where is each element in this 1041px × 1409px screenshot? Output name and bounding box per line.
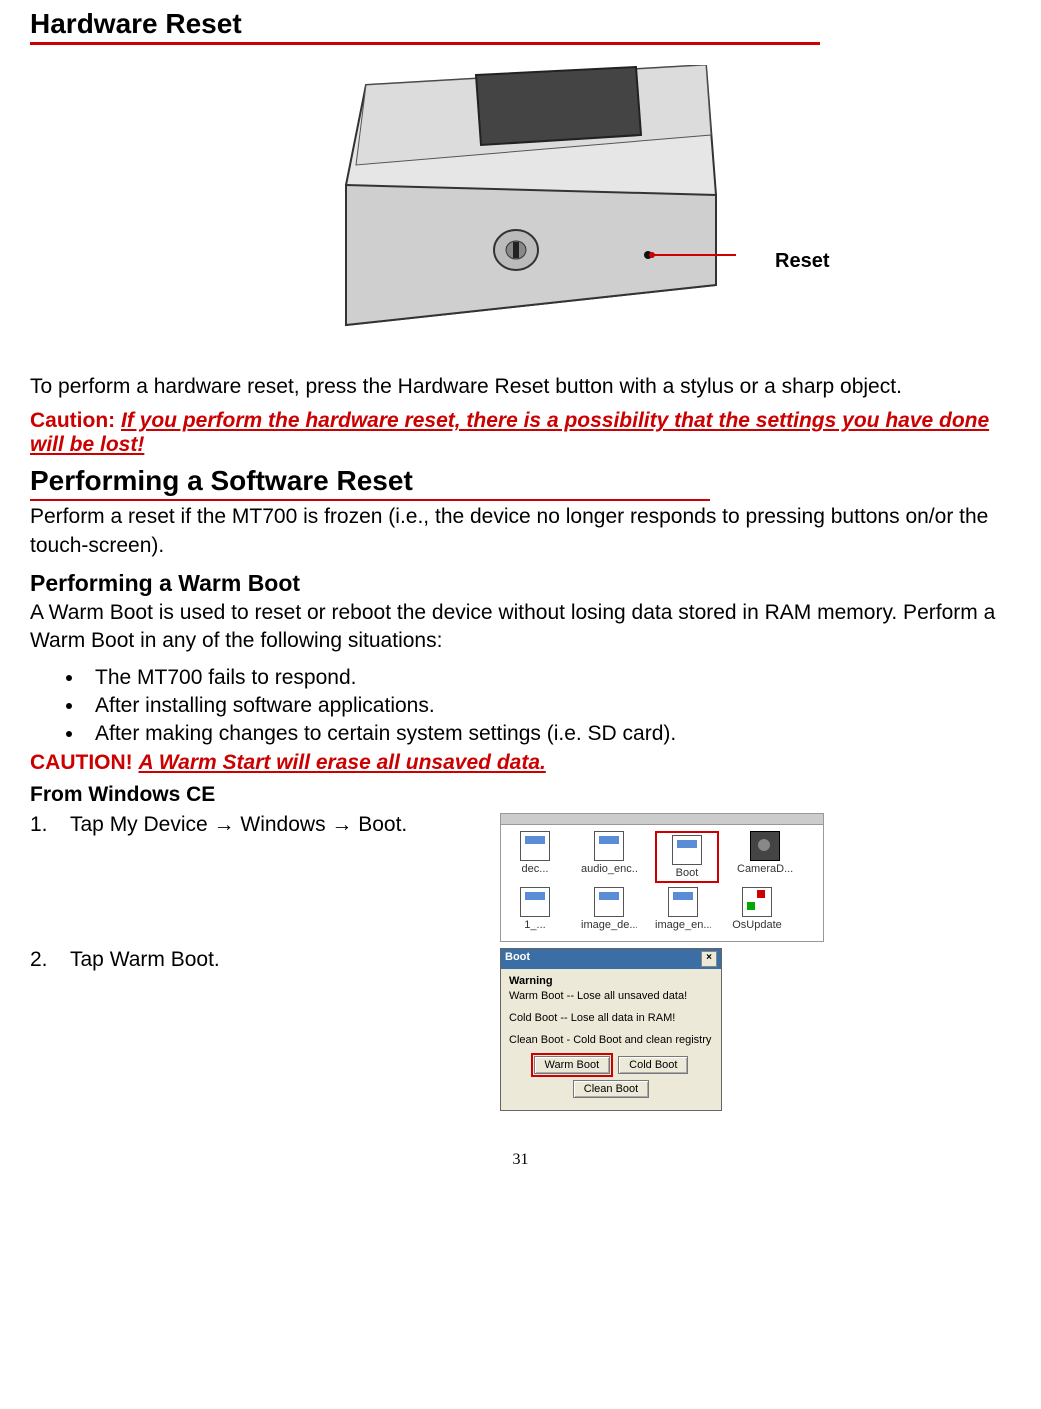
explorer-item-dec[interactable]: dec... (507, 831, 563, 883)
explorer-item-audio-enc[interactable]: audio_enc... (581, 831, 637, 883)
file-icon (594, 831, 624, 861)
explorer-item-1[interactable]: 1_... (507, 887, 563, 931)
heading-software-reset: Performing a Software Reset (30, 465, 710, 501)
step-2-row: 2. Tap Warm Boot. Boot × Warning Warm Bo… (30, 948, 1011, 1111)
explorer-item-image-en[interactable]: image_en... (655, 887, 711, 931)
explorer-row: 1_... image_de... image_en... OsUpdate (507, 887, 817, 931)
paragraph-hw-reset-instruction: To perform a hardware reset, press the H… (30, 373, 1011, 401)
explorer-screenshot: dec... audio_enc... Boot CameraD... 1_..… (500, 813, 824, 942)
cold-boot-button[interactable]: Cold Boot (618, 1056, 688, 1074)
clean-boot-button[interactable]: Clean Boot (573, 1080, 649, 1098)
boot-dialog: Boot × Warning Warm Boot -- Lose all uns… (500, 948, 722, 1111)
caution-prefix: Caution: (30, 409, 121, 432)
explorer-item-image-de[interactable]: image_de... (581, 887, 637, 931)
step-text: Tap Warm Boot. (70, 948, 220, 972)
file-icon (520, 887, 550, 917)
warm-boot-bullets: The MT700 fails to respond. After instal… (30, 664, 1011, 749)
step-number: 2. (30, 948, 70, 972)
page-number: 31 (30, 1151, 1011, 1169)
step-2: 2. Tap Warm Boot. (30, 948, 500, 972)
button-row: Clean Boot (509, 1080, 713, 1098)
explorer-item-camerad[interactable]: CameraD... (737, 831, 793, 883)
warm-boot-button[interactable]: Warm Boot (534, 1056, 611, 1074)
step-1: 1. Tap My Device → Windows → Boot. (30, 813, 500, 837)
dialog-body: Warning Warm Boot -- Lose all unsaved da… (501, 969, 721, 1110)
caution-hw-reset: Caution: If you perform the hardware res… (30, 409, 1011, 457)
file-icon (668, 887, 698, 917)
warning-heading: Warning (509, 975, 713, 987)
explorer-row: dec... audio_enc... Boot CameraD... (507, 831, 817, 883)
caution-warm-start: CAUTION! A Warm Start will erase all uns… (30, 751, 1011, 775)
step-number: 1. (30, 813, 70, 837)
list-item: After making changes to certain system s… (85, 720, 1011, 748)
warning-line: Cold Boot -- Lose all data in RAM! (509, 1011, 713, 1025)
dialog-title: Boot (505, 951, 530, 967)
list-item: After installing software applications. (85, 692, 1011, 720)
explorer-item-osupdate[interactable]: OsUpdate (729, 887, 785, 931)
caution-prefix: CAUTION! (30, 751, 139, 774)
close-button[interactable]: × (701, 951, 717, 967)
file-icon (520, 831, 550, 861)
camera-icon (750, 831, 780, 861)
file-icon (672, 835, 702, 865)
caution-message: If you perform the hardware reset, there… (30, 409, 989, 456)
button-row: Warm Boot Cold Boot (509, 1056, 713, 1074)
list-item: The MT700 fails to respond. (85, 664, 1011, 692)
subheading-from-windows-ce: From Windows CE (30, 783, 1011, 807)
file-icon (594, 887, 624, 917)
caution-message: A Warm Start will erase all unsaved data… (139, 751, 546, 774)
subheading-warm-boot: Performing a Warm Boot (30, 570, 1011, 597)
dialog-titlebar: Boot × (501, 949, 721, 969)
paragraph-software-reset: Perform a reset if the MT700 is frozen (… (30, 503, 1011, 560)
update-icon (742, 887, 772, 917)
explorer-item-boot[interactable]: Boot (655, 831, 719, 883)
step-text: Tap My Device → Windows → Boot. (70, 813, 407, 837)
heading-hardware-reset: Hardware Reset (30, 8, 820, 45)
device-diagram: Reset (30, 65, 1011, 365)
paragraph-warm-boot-intro: A Warm Boot is used to reset or reboot t… (30, 599, 1011, 656)
reset-callout-label: Reset (775, 250, 829, 273)
warning-line: Warm Boot -- Lose all unsaved data! (509, 989, 713, 1003)
step-1-row: 1. Tap My Device → Windows → Boot. dec..… (30, 813, 1011, 942)
device-svg (306, 65, 736, 365)
warning-line: Clean Boot - Cold Boot and clean registr… (509, 1033, 713, 1047)
